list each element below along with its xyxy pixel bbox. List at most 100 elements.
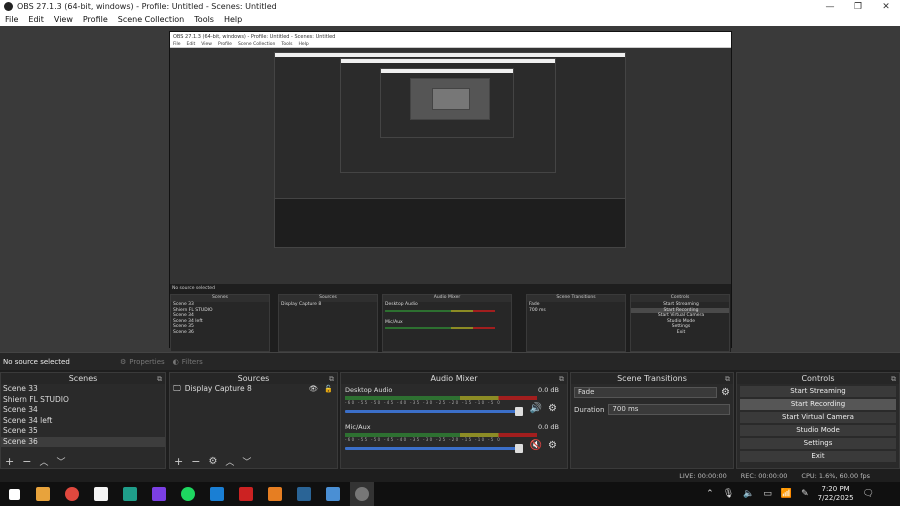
volume-slider[interactable]: [345, 407, 523, 416]
notification-icon[interactable]: 🗨: [863, 489, 874, 499]
volume-slider[interactable]: [345, 444, 523, 453]
scene-item[interactable]: Scene 34: [1, 405, 165, 416]
clock-time: 7:20 PM: [821, 485, 850, 493]
undock-icon[interactable]: ⧉: [329, 374, 334, 385]
move-up-icon[interactable]: ︿: [225, 455, 234, 468]
lock-icon[interactable]: 🔓: [324, 384, 333, 395]
transitions-title: Scene Transitions: [617, 374, 687, 383]
nested-scenes: Scenes Scene 33 Shiern FL STUDIO Scene 3…: [170, 294, 270, 352]
windows-taskbar: ⌃ 🎙 🔈 ▭ 📶 ✎ 7:20 PM 7/22/2025 🗨: [0, 482, 900, 506]
battery-icon[interactable]: ▭: [763, 489, 772, 499]
obs-icon[interactable]: [350, 482, 374, 506]
gear-icon[interactable]: ⚙: [208, 456, 217, 467]
restore-icon[interactable]: ❐: [844, 0, 872, 13]
menu-view[interactable]: View: [49, 15, 78, 24]
undock-icon[interactable]: ⧉: [725, 374, 730, 385]
minimize-icon[interactable]: —: [816, 0, 844, 13]
nested-meter: [385, 309, 495, 312]
move-down-icon[interactable]: ﹀: [56, 455, 65, 468]
app-icon[interactable]: [89, 482, 113, 506]
channel-icons: 🔇 ⚙: [530, 440, 557, 451]
wifi-icon[interactable]: 📶: [781, 489, 792, 499]
pen-icon[interactable]: ✎: [801, 489, 809, 499]
gear-icon[interactable]: ⚙: [548, 403, 557, 414]
mic-icon[interactable]: 🎙: [723, 489, 734, 499]
controls-header: Controls ⧉: [737, 373, 899, 384]
remove-icon[interactable]: −: [22, 455, 31, 468]
file-explorer-icon[interactable]: [31, 482, 55, 506]
title-bar: OBS 27.1.3 (64-bit, windows) - Profile: …: [0, 0, 900, 13]
start-recording-button[interactable]: Start Recording: [740, 399, 896, 410]
app-icon[interactable]: [118, 482, 142, 506]
undock-icon[interactable]: ⧉: [891, 374, 896, 385]
channel-db: 0.0 dB: [538, 386, 559, 394]
undock-icon[interactable]: ⧉: [157, 374, 162, 385]
start-streaming-button[interactable]: Start Streaming: [740, 386, 896, 397]
settings-button[interactable]: Settings: [740, 438, 896, 449]
nested-duration: 700 ms: [529, 307, 546, 313]
chevron-up-icon[interactable]: ⌃: [706, 489, 714, 499]
slider-handle[interactable]: [515, 444, 523, 453]
vscode-icon[interactable]: [205, 482, 229, 506]
menu-bar: File Edit View Profile Scene Collection …: [0, 13, 900, 26]
properties-label: Properties: [129, 357, 165, 366]
channel-name: Mic/Aux: [345, 423, 371, 431]
menu-scene-collection[interactable]: Scene Collection: [113, 15, 190, 24]
speaker-icon[interactable]: 🔊: [530, 403, 542, 414]
menu-tools[interactable]: Tools: [189, 15, 219, 24]
scene-item[interactable]: Scene 34 left: [1, 416, 165, 427]
menu-file[interactable]: File: [0, 15, 23, 24]
steam-icon[interactable]: [292, 482, 316, 506]
menu-edit[interactable]: Edit: [23, 15, 49, 24]
clock[interactable]: 7:20 PM 7/22/2025: [818, 485, 854, 503]
start-virtual-camera-button[interactable]: Start Virtual Camera: [740, 412, 896, 423]
recursive-dock: [274, 198, 626, 248]
exit-button[interactable]: Exit: [740, 451, 896, 462]
studio-mode-button[interactable]: Studio Mode: [740, 425, 896, 436]
close-icon[interactable]: ✕: [872, 0, 900, 13]
nested-mixer-channel: Mic/Aux: [385, 319, 403, 325]
chrome-icon[interactable]: [60, 482, 84, 506]
nested-menu-item: Edit: [186, 41, 196, 47]
source-item[interactable]: 🖵 Display Capture 8 👁 🔓: [170, 384, 337, 395]
filters-button[interactable]: ◐ Filters: [173, 358, 203, 366]
nested-controls-title: Controls: [631, 295, 729, 302]
app-icon[interactable]: [321, 482, 345, 506]
nested-controls: Controls Start Streaming Start Recording…: [630, 294, 730, 352]
move-down-icon[interactable]: ﹀: [242, 455, 251, 468]
scene-item-selected[interactable]: Scene 36: [1, 436, 165, 447]
menu-help[interactable]: Help: [219, 15, 247, 24]
properties-button[interactable]: ⚙ Properties: [120, 358, 165, 366]
add-icon[interactable]: +: [174, 455, 183, 468]
meter-ticks: -60 -55 -50 -45 -40 -35 -30 -25 -20 -15 …: [345, 400, 502, 405]
add-icon[interactable]: +: [5, 455, 14, 468]
muted-speaker-icon[interactable]: 🔇: [530, 440, 542, 451]
volume-icon[interactable]: 🔈: [743, 489, 754, 499]
preview-canvas[interactable]: OBS 27.1.3 (64-bit, windows) - Profile: …: [0, 26, 900, 362]
mixer-title: Audio Mixer: [430, 374, 478, 383]
fl-studio-icon[interactable]: [234, 482, 258, 506]
nested-mixer: Audio Mixer Desktop Audio Mic/Aux: [382, 294, 512, 352]
nested-sources: Sources Display Capture 8: [278, 294, 378, 352]
slider-handle[interactable]: [515, 407, 523, 416]
spotify-icon[interactable]: [176, 482, 200, 506]
eye-icon[interactable]: 👁: [309, 384, 319, 395]
scene-item[interactable]: Scene 35: [1, 426, 165, 437]
nested-menu-item: Tools: [281, 41, 293, 47]
app-icon[interactable]: [263, 482, 287, 506]
nested-menu-item: File: [173, 41, 181, 47]
gear-icon[interactable]: ⚙: [721, 387, 730, 398]
menu-profile[interactable]: Profile: [78, 15, 113, 24]
scene-item[interactable]: Shiern FL STUDIO: [1, 395, 165, 406]
sources-header: Sources ⧉: [170, 373, 337, 384]
scene-item[interactable]: Scene 33: [1, 384, 165, 395]
gear-icon[interactable]: ⚙: [548, 440, 557, 451]
nested-menu: File Edit View Profile Scene Collection …: [170, 41, 731, 48]
remove-icon[interactable]: −: [191, 455, 200, 468]
app-icon[interactable]: [147, 482, 171, 506]
start-icon[interactable]: [2, 482, 26, 506]
move-up-icon[interactable]: ︿: [39, 455, 48, 468]
nested-menu-item: Scene Collection: [237, 41, 276, 47]
transition-select[interactable]: Fade: [574, 387, 718, 398]
duration-spinbox[interactable]: 700 ms: [608, 404, 730, 415]
